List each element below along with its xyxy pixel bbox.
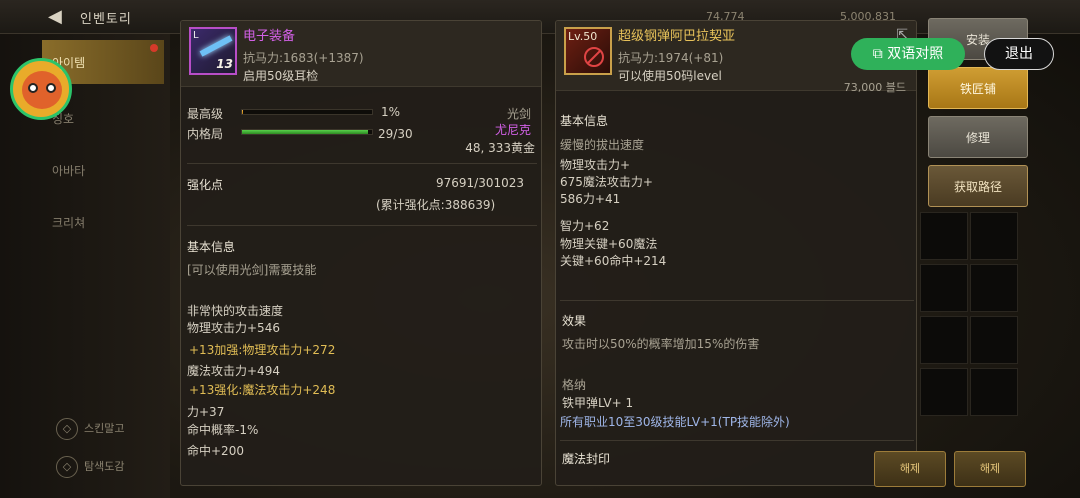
attack-speed: 非常快的攻击速度 <box>187 304 284 318</box>
item-requirement: 启用50级耳检 <box>243 69 319 83</box>
effect-text: 攻击时以50%的概率增加15%的伤害 <box>562 337 760 351</box>
stat-str: 586力+41 <box>560 192 621 206</box>
nav-bottom-codex[interactable]: ◇ 탐색도감 <box>56 456 124 478</box>
nav-item-avatar[interactable]: 아바타 <box>42 148 164 192</box>
bonus-mag: +13强化:魔法攻击力+248 <box>189 383 336 397</box>
reinforce-label: 强化点 <box>187 178 224 192</box>
seal-title: 魔法封印 <box>562 452 611 466</box>
back-arrow-icon[interactable]: ◀ <box>48 6 62 27</box>
stat-int: 智力+62 <box>560 219 610 233</box>
phys-attack: 物理攻击力+ <box>560 158 631 172</box>
mag-attack: 魔法攻击力+494 <box>187 364 280 378</box>
item-icon-level: Lv.50 <box>568 30 598 43</box>
item-requirement: 可以使用50码level <box>618 69 722 83</box>
crit-hit: 关键+60命中+214 <box>560 254 667 268</box>
item-icon-level: L <box>193 30 199 41</box>
inventory-slot[interactable] <box>970 316 1018 364</box>
compare-item-panel: Lv.50 超级钢弹阿巴拉契亚 抗马力:1974(+81) 可以使用50码lev… <box>555 20 917 486</box>
item-stat-line: 抗马力:1974(+81) <box>618 51 724 65</box>
bonus-phys: +13加强:物理攻击力+272 <box>189 343 336 357</box>
item-stat-line: 抗马力:1683(+1387) <box>243 51 364 65</box>
item-price: 48, 333黄金 <box>465 141 535 155</box>
sparkle-icon: ✦ <box>59 63 71 79</box>
blade-icon <box>199 35 233 57</box>
notification-dot <box>150 44 158 52</box>
durability-bar-fill <box>242 130 368 134</box>
translate-icon: ⧉ <box>872 46 883 62</box>
inventory-slot[interactable] <box>920 368 968 416</box>
bar2-label: 内格局 <box>187 127 224 141</box>
codex-icon: ◇ <box>56 456 78 478</box>
nav-bottom-codex-label: 탐색도감 <box>84 460 125 473</box>
bar2-value: 29/30 <box>378 127 413 141</box>
slot-line1: 铁甲弹LV+ 1 <box>562 396 634 410</box>
nav-bottom-skin[interactable]: ◇ 스킨말고 <box>56 418 124 440</box>
divider <box>187 225 537 226</box>
reinforce-total: (累计强化点:388639) <box>376 198 496 212</box>
get-path-button[interactable]: 获取路径 <box>928 165 1028 207</box>
mascot-eye-left <box>28 83 38 93</box>
durability-bar <box>241 129 373 135</box>
item-price-partial: 73,000 블드 <box>843 81 906 94</box>
hit: 命中+200 <box>187 444 244 458</box>
divider <box>187 163 537 164</box>
bilingual-compare-button[interactable]: ⧉ 双语对照 <box>851 38 965 70</box>
inventory-slot[interactable] <box>970 368 1018 416</box>
lightsaber-item-icon: L 13 <box>189 27 237 75</box>
nav-item-creature[interactable]: 크리쳐 <box>42 200 164 244</box>
nav-bottom-skin-label: 스킨말고 <box>84 422 125 435</box>
basic-info-title: 基本信息 <box>187 240 236 254</box>
gun-item-icon: Lv.50 <box>564 27 612 75</box>
skin-icon: ◇ <box>56 418 78 440</box>
bar1-label: 最高级 <box>187 107 224 121</box>
basic-info-title: 基本信息 <box>560 114 609 128</box>
mascot-eye-right <box>46 83 56 93</box>
attack-speed: 缓慢的拔出速度 <box>560 138 645 152</box>
slot-line2: 所有职业10至30级技能LV+1(TP技能除外) <box>560 415 790 429</box>
exit-button[interactable]: 退出 <box>984 38 1054 70</box>
item-type: 光剑 <box>506 107 531 121</box>
item-icon-enhance: 13 <box>216 57 233 71</box>
quality-bar-fill <box>242 110 244 114</box>
assistant-mascot-avatar[interactable]: ✦ <box>10 58 72 120</box>
repair-button[interactable]: 修理 <box>928 116 1028 158</box>
unusable-icon <box>584 47 604 67</box>
slot-title: 格纳 <box>562 378 587 392</box>
stat-str: 力+37 <box>187 405 225 419</box>
inventory-slot[interactable] <box>920 212 968 260</box>
divider <box>560 440 914 441</box>
blacksmith-button[interactable]: 铁匠铺 <box>928 67 1028 109</box>
item-name: 超级钢弹阿巴拉契亚 <box>618 29 736 44</box>
inventory-slot[interactable] <box>920 264 968 312</box>
unequip-button[interactable]: 해제 <box>874 451 946 487</box>
hit-rate: 命中概率-1% <box>187 423 259 437</box>
item-name: 电子装备 <box>243 29 296 44</box>
usable-skill: [可以使用光剑]需要技能 <box>187 263 317 277</box>
equipped-item-panel: L 13 电子装备 抗马力:1683(+1387) 启用50级耳检 最高级 1%… <box>180 20 542 486</box>
bilingual-compare-label: 双语对照 <box>887 46 944 62</box>
bar1-value: 1% <box>381 105 401 119</box>
unequip-button[interactable]: 해제 <box>954 451 1026 487</box>
divider <box>560 300 914 301</box>
quality-bar <box>241 109 373 115</box>
inventory-slot[interactable] <box>970 264 1018 312</box>
inventory-slot[interactable] <box>970 212 1018 260</box>
phys-crit: 物理关键+60魔法 <box>560 237 658 251</box>
phys-attack: 物理攻击力+546 <box>187 321 280 335</box>
item-rarity: 尤尼克 <box>494 123 531 137</box>
inventory-slot[interactable] <box>920 316 968 364</box>
effect-title: 效果 <box>562 314 587 328</box>
page-title: 인벤토리 <box>80 12 132 27</box>
mag-attack: 675魔法攻击力+ <box>560 175 653 189</box>
reinforce-value: 97691/301023 <box>436 176 525 190</box>
